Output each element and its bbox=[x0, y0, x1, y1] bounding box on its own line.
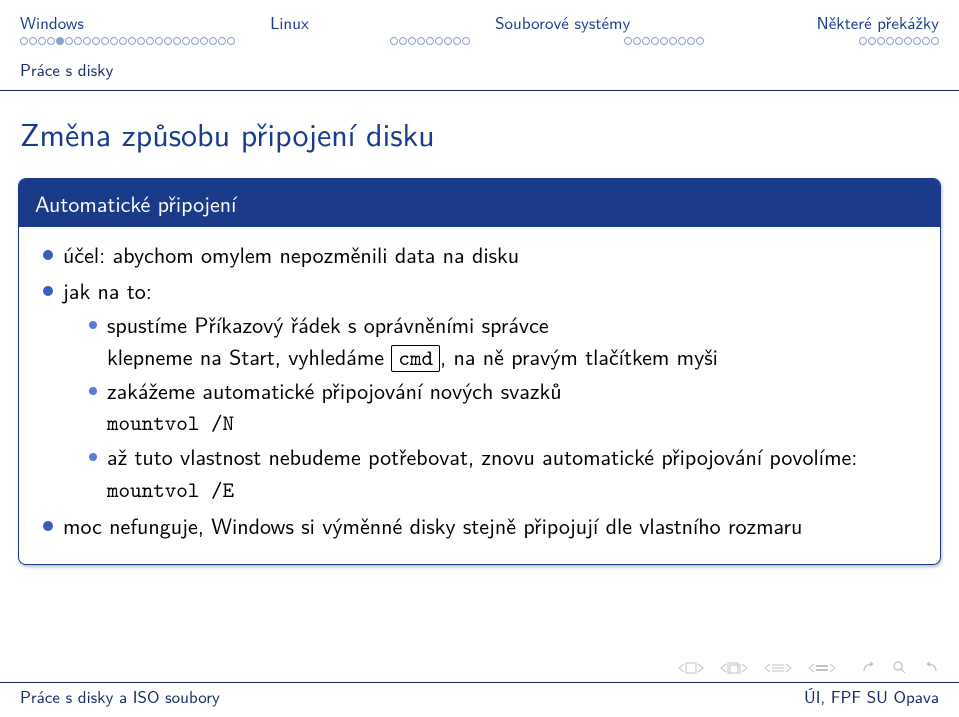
sub-item: spustíme Příkazový řádek s oprávněními s… bbox=[87, 309, 922, 373]
sub-item: zakážeme automatické připojování nových … bbox=[87, 375, 922, 440]
progress-dots-windows[interactable] bbox=[20, 37, 235, 45]
nav-subsection-group[interactable] bbox=[763, 663, 793, 673]
cmd-box: cmd bbox=[391, 345, 440, 372]
bullet-text: moc nefunguje, Windows si výměnné disky … bbox=[63, 509, 802, 541]
block-body: účel: abychom omylem nepozměnili data na… bbox=[19, 227, 940, 564]
sub-text: zakážeme automatické připojování nových … bbox=[107, 374, 562, 406]
content-block: Automatické připojení účel: abychom omyl… bbox=[18, 178, 941, 565]
progress-dots-linux[interactable] bbox=[390, 37, 470, 45]
nav-obstacles[interactable]: Některé překážky bbox=[817, 10, 939, 35]
code-text: mountvol /N bbox=[107, 408, 234, 437]
block-header: Automatické připojení bbox=[19, 179, 940, 227]
progress-dots-filesystems[interactable] bbox=[624, 37, 704, 45]
sub-text: spustíme Příkazový řádek s oprávněními s… bbox=[107, 308, 549, 340]
bullet-item: jak na to: spustíme Příkazový řádek s op… bbox=[41, 275, 922, 506]
progress-dots-row bbox=[0, 35, 959, 53]
footer-left: Práce s disky a ISO soubory bbox=[20, 684, 220, 709]
code-text: mountvol /E bbox=[107, 475, 234, 504]
nav-forward-icon[interactable] bbox=[921, 661, 939, 675]
bullet-item: moc nefunguje, Windows si výměnné disky … bbox=[41, 510, 922, 542]
sub-text: až tuto vlastnost nebudeme potřebovat, z… bbox=[107, 440, 857, 472]
top-nav: Windows Linux Souborové systémy Některé … bbox=[0, 0, 959, 35]
section-subtitle: Práce s disky bbox=[0, 53, 959, 90]
nav-slide-group[interactable] bbox=[677, 662, 705, 674]
bullet-text: jak na to: bbox=[63, 274, 152, 306]
header-divider bbox=[0, 90, 959, 91]
sub-text: , na ně pravým tlačítkem myši bbox=[440, 340, 718, 372]
nav-back-icon[interactable] bbox=[861, 661, 879, 675]
beamer-nav-icons bbox=[677, 661, 939, 675]
page-title: Změna způsobu připojení disku bbox=[0, 109, 959, 178]
footer-divider bbox=[0, 682, 959, 683]
sub-item: až tuto vlastnost nebudeme potřebovat, z… bbox=[87, 441, 922, 506]
footer: Práce s disky a ISO soubory ÚI, FPF SU O… bbox=[0, 684, 959, 709]
footer-right: ÚI, FPF SU Opava bbox=[804, 684, 939, 709]
nav-filesystems[interactable]: Souborové systémy bbox=[495, 10, 630, 35]
nav-search-icon[interactable] bbox=[893, 661, 907, 675]
progress-dots-obstacles[interactable] bbox=[859, 37, 939, 45]
nav-linux[interactable]: Linux bbox=[270, 10, 309, 35]
sub-text: klepneme na Start, vyhledáme bbox=[107, 340, 391, 372]
nav-windows[interactable]: Windows bbox=[20, 10, 84, 35]
nav-section-group[interactable] bbox=[807, 663, 837, 673]
nav-frame-group[interactable] bbox=[719, 662, 749, 674]
bullet-text: účel: abychom omylem nepozměnili data na… bbox=[63, 238, 519, 270]
bullet-item: účel: abychom omylem nepozměnili data na… bbox=[41, 239, 922, 271]
